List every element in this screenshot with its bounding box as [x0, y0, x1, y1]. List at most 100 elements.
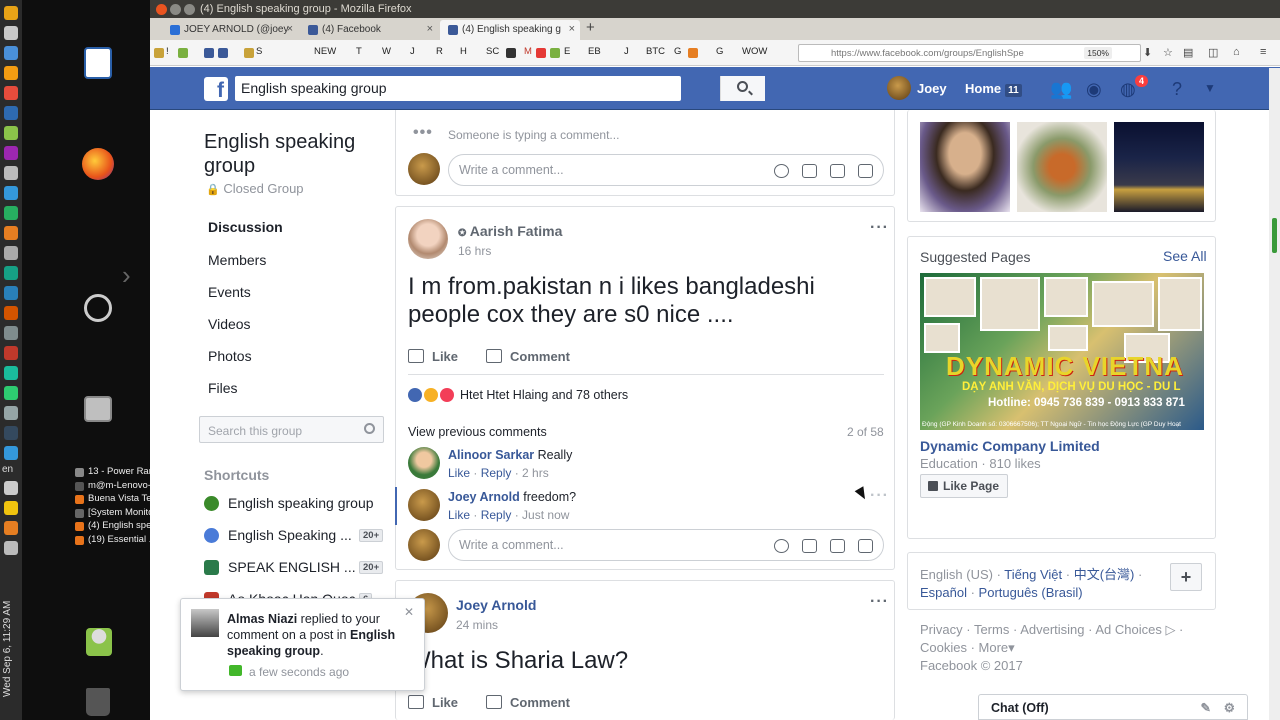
- download-icon[interactable]: ⬇: [1143, 46, 1152, 59]
- sticker-icon[interactable]: [858, 539, 873, 553]
- app-icon[interactable]: [4, 186, 18, 200]
- bookmark-icon[interactable]: [178, 48, 188, 58]
- language-link[interactable]: Português (Brasil): [979, 585, 1083, 600]
- user-icon[interactable]: [86, 628, 112, 656]
- app-icon[interactable]: [4, 106, 18, 120]
- gif-icon[interactable]: [830, 164, 845, 178]
- library-icon[interactable]: ▤: [1183, 46, 1193, 59]
- avatar[interactable]: [408, 219, 448, 259]
- vlc-icon[interactable]: [4, 521, 18, 535]
- bookmark[interactable]: !: [166, 46, 169, 57]
- footer-link[interactable]: Privacy: [920, 622, 963, 637]
- bookmark[interactable]: T: [356, 46, 362, 57]
- bookmark[interactable]: BTC: [646, 46, 665, 57]
- app-icon[interactable]: [4, 26, 18, 40]
- bookmark-folder-icon[interactable]: [154, 48, 164, 58]
- shortcut-item[interactable]: English speaking group: [204, 495, 384, 515]
- app-icon[interactable]: [4, 266, 18, 280]
- facebook-bookmark-icon[interactable]: [204, 48, 214, 58]
- wifi-icon[interactable]: [4, 446, 18, 460]
- bookmark-star-icon[interactable]: ☆: [1163, 46, 1173, 59]
- comment-reply-link[interactable]: Reply: [481, 508, 512, 522]
- bookmark[interactable]: W: [382, 46, 391, 57]
- see-all-link[interactable]: See All: [1163, 248, 1207, 264]
- emoji-icon[interactable]: [774, 539, 789, 553]
- language-link[interactable]: Tiếng Việt: [1004, 567, 1062, 582]
- comment-like-link[interactable]: Like: [448, 466, 470, 480]
- app-icon[interactable]: [4, 246, 18, 260]
- group-title[interactable]: English speaking group: [204, 130, 384, 178]
- home-icon[interactable]: ⌂: [1233, 46, 1240, 58]
- comment-input[interactable]: Write a comment...: [448, 154, 884, 186]
- shortcut-item[interactable]: English Speaking ... 20+: [204, 527, 384, 547]
- group-search-input[interactable]: Search this group: [199, 416, 384, 443]
- nav-files[interactable]: Files: [200, 373, 385, 402]
- app-icon[interactable]: [4, 426, 18, 440]
- comment-button[interactable]: Comment: [486, 695, 570, 710]
- maximize-window-icon[interactable]: [184, 4, 195, 15]
- page-cover-image[interactable]: DYNAMIC VIETNA DẠY ANH VĂN, DỊCH VỤ DU H…: [920, 273, 1204, 430]
- search-input[interactable]: English speaking group: [235, 76, 765, 101]
- app-icon[interactable]: [4, 366, 18, 380]
- gear-icon[interactable]: ⚙: [1224, 700, 1235, 715]
- tab-english-speaking-group[interactable]: (4) English speaking g ×: [440, 20, 580, 40]
- filezilla-icon[interactable]: [4, 346, 18, 360]
- close-window-icon[interactable]: [156, 4, 167, 15]
- facebook-bookmark-icon[interactable]: [218, 48, 228, 58]
- nav-discussion[interactable]: Discussion: [200, 212, 385, 241]
- app-icon[interactable]: [4, 126, 18, 140]
- avatar[interactable]: [887, 76, 911, 100]
- scrollbar-thumb[interactable]: [1272, 218, 1277, 253]
- add-language-button[interactable]: +: [1170, 563, 1202, 591]
- app-icon[interactable]: [4, 46, 18, 60]
- scrollbar[interactable]: [1269, 68, 1280, 720]
- clock[interactable]: Wed Sep 6, 11:29 AM: [2, 598, 20, 700]
- app-icon[interactable]: [4, 501, 18, 515]
- nav-photos[interactable]: Photos: [200, 341, 385, 370]
- comment-reply-link[interactable]: Reply: [481, 466, 512, 480]
- photo-thumbnail[interactable]: [920, 122, 1010, 212]
- home-link[interactable]: Home 11: [965, 81, 1022, 97]
- language-link[interactable]: 中文(台灣): [1074, 567, 1135, 582]
- bookmark[interactable]: J: [624, 46, 629, 57]
- footer-link[interactable]: Cookies: [920, 640, 967, 655]
- new-tab-button[interactable]: +: [586, 19, 595, 36]
- avatar[interactable]: [408, 489, 440, 521]
- notification-toast[interactable]: Almas Niazi replied to your comment on a…: [180, 598, 425, 691]
- gif-icon[interactable]: [830, 539, 845, 553]
- app-icon[interactable]: [4, 286, 18, 300]
- bookmark-icon[interactable]: [506, 48, 516, 58]
- comment-button[interactable]: Comment: [486, 349, 570, 364]
- bookmark[interactable]: EB: [588, 46, 601, 57]
- firefox-icon[interactable]: [82, 148, 114, 180]
- app-icon[interactable]: [4, 326, 18, 340]
- photo-thumbnail[interactable]: [1114, 122, 1204, 212]
- nav-events[interactable]: Events: [200, 277, 385, 306]
- bookmark[interactable]: G: [716, 46, 723, 57]
- like-button[interactable]: Like: [408, 349, 458, 364]
- menu-icon[interactable]: ≡: [1260, 46, 1266, 58]
- photo-thumbnail[interactable]: [1017, 122, 1107, 212]
- reactions-summary[interactable]: Htet Htet Hlaing and 78 others: [460, 388, 628, 402]
- tab-twitter[interactable]: JOEY ARNOLD (@joey ×: [162, 20, 298, 40]
- ubuntu-icon[interactable]: [84, 294, 112, 322]
- profile-link[interactable]: Joey: [917, 81, 947, 96]
- bookmark[interactable]: SC: [486, 46, 499, 57]
- url-bar[interactable]: ← https://www.facebook.com/groups/Englis…: [798, 44, 1141, 62]
- caret-down-icon[interactable]: ▼: [1204, 81, 1224, 99]
- comment-input[interactable]: Write a comment...: [448, 529, 884, 561]
- comment-like-link[interactable]: Like: [448, 508, 470, 522]
- app-icon[interactable]: [4, 406, 18, 420]
- bookmark-icon[interactable]: [550, 48, 560, 58]
- bookmark[interactable]: E: [564, 46, 570, 57]
- camera-icon[interactable]: [802, 539, 817, 553]
- bookmark[interactable]: WOW: [742, 46, 767, 57]
- camera-icon[interactable]: [802, 164, 817, 178]
- bookmark[interactable]: R: [436, 46, 443, 57]
- nav-videos[interactable]: Videos: [200, 309, 385, 338]
- tab-facebook[interactable]: (4) Facebook ×: [300, 20, 438, 40]
- avatar[interactable]: [408, 153, 440, 185]
- bookmark-icon[interactable]: [688, 48, 698, 58]
- telegram-icon[interactable]: [4, 386, 18, 400]
- friend-requests-icon[interactable]: 👥: [1050, 79, 1072, 99]
